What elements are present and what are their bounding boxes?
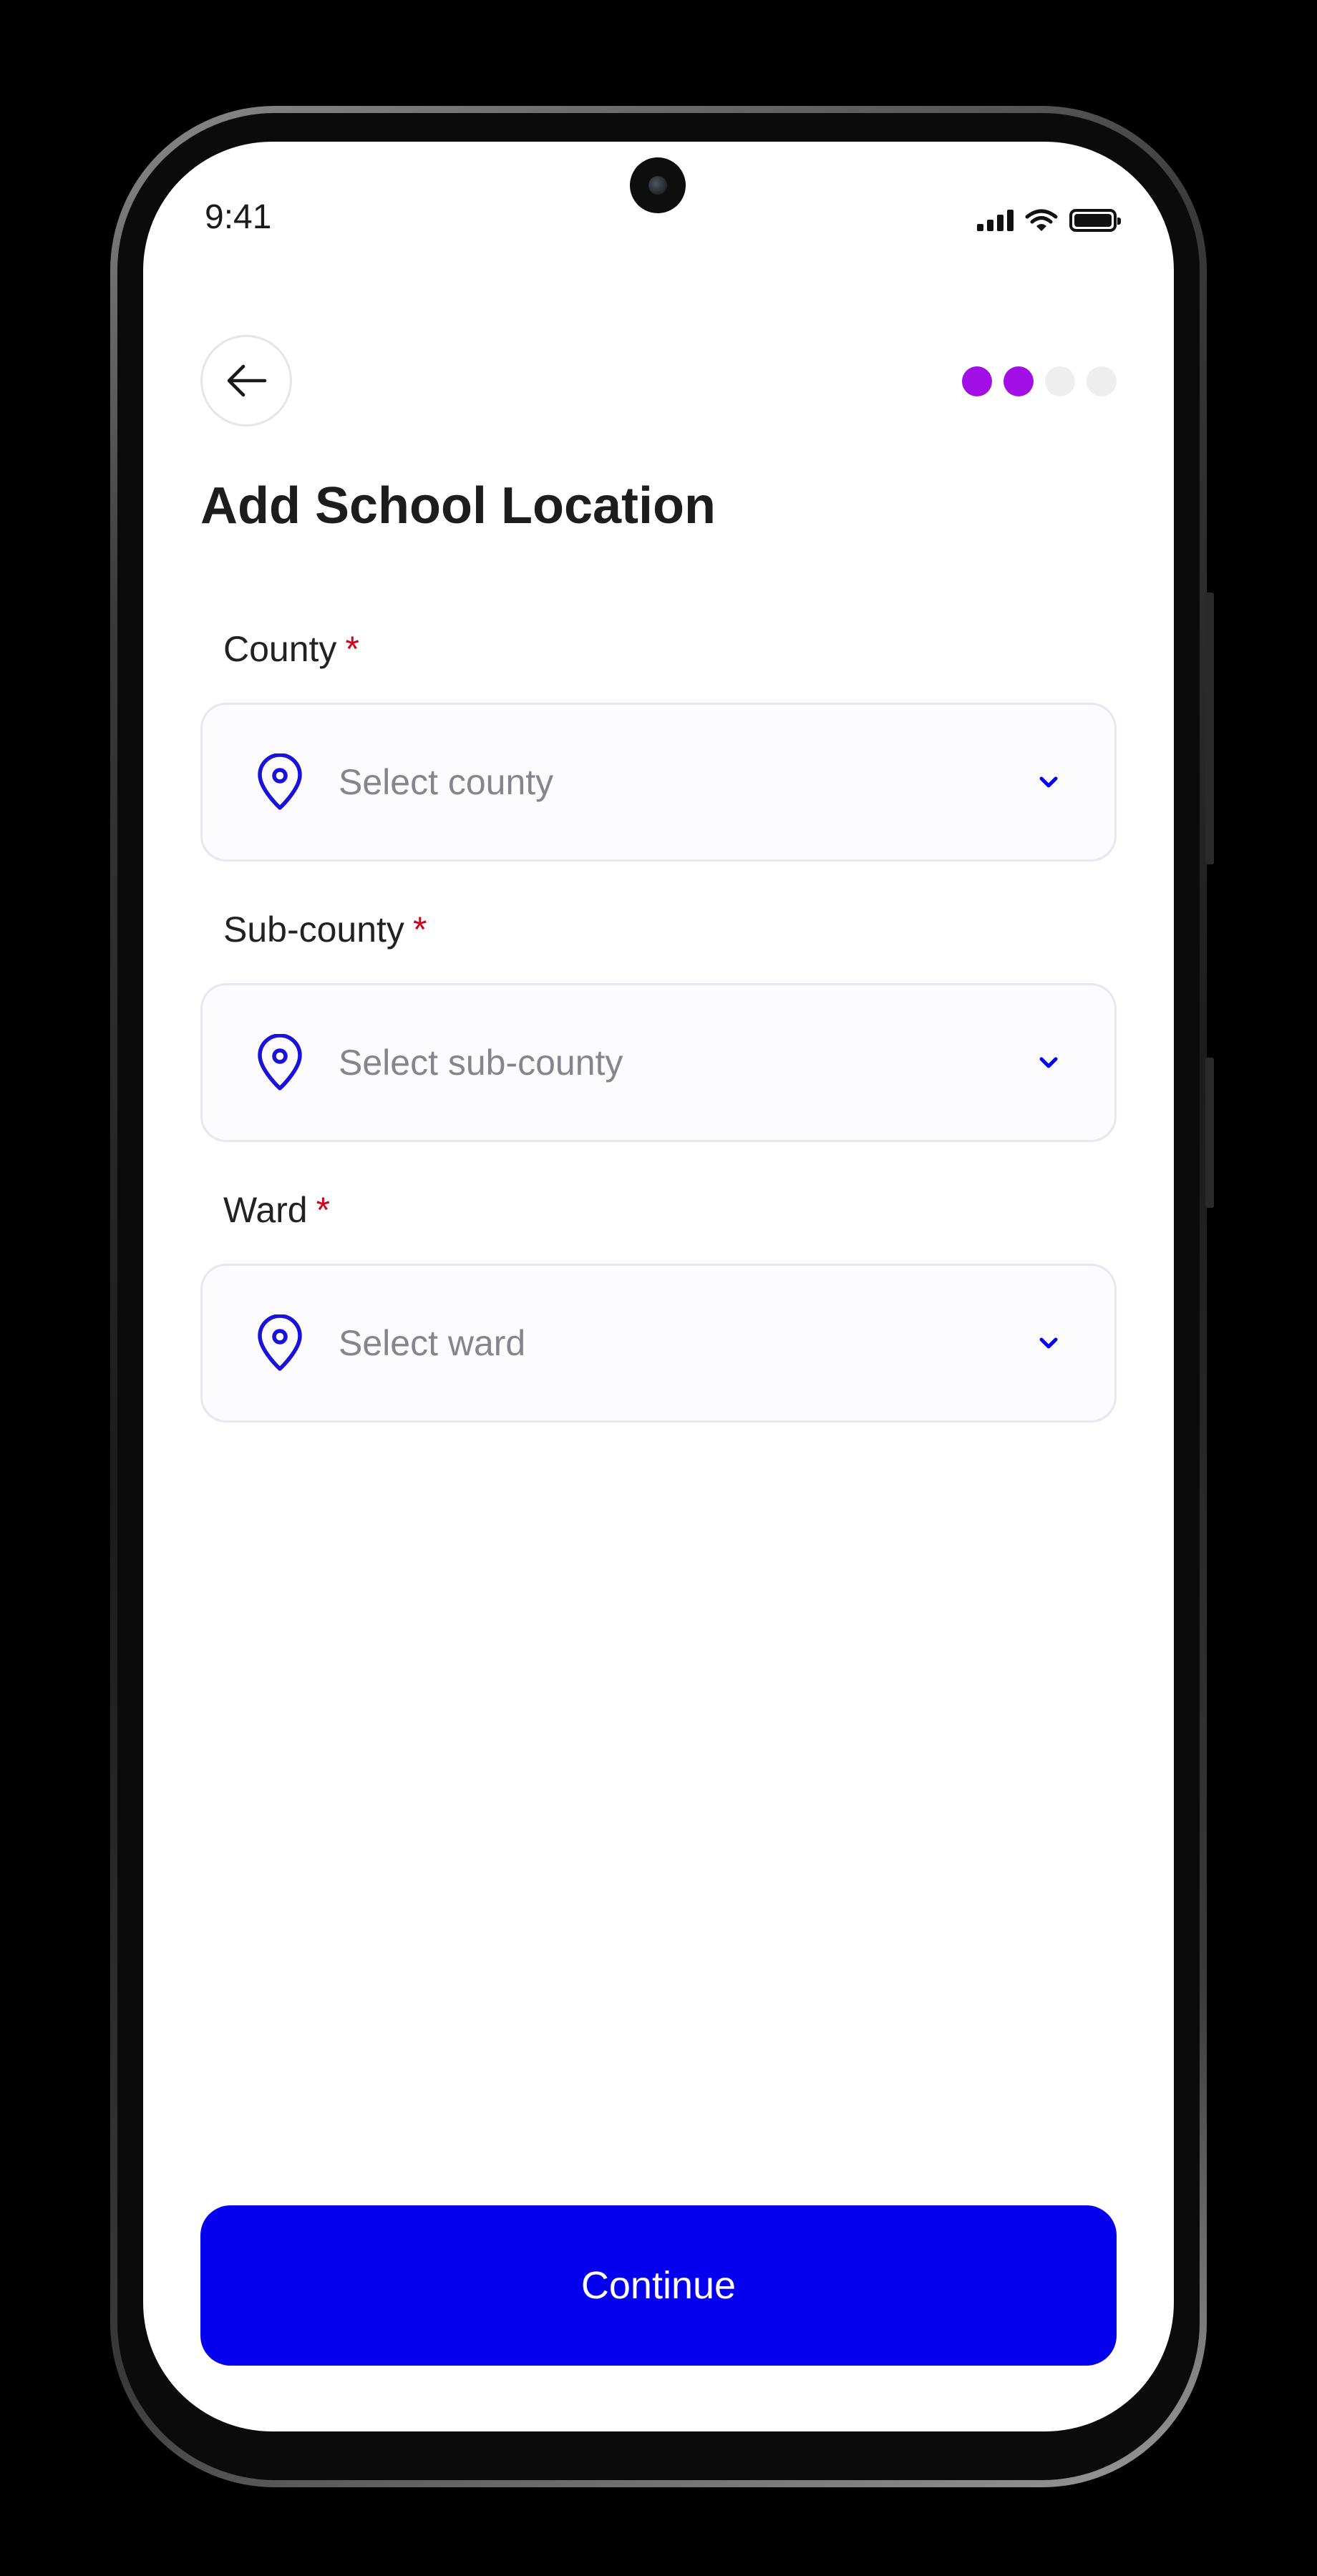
- wifi-icon: [1025, 209, 1058, 231]
- progress-dot-step-4: [1087, 366, 1117, 396]
- ward-label: Ward *: [223, 1189, 330, 1231]
- page-title: Add School Location: [200, 477, 716, 535]
- ward-select[interactable]: Select ward: [200, 1264, 1117, 1423]
- county-label: County *: [223, 628, 359, 670]
- sub-county-placeholder: Select sub-county: [339, 1043, 623, 1083]
- location-pin-icon: [258, 1314, 302, 1371]
- ward-placeholder: Select ward: [339, 1323, 526, 1363]
- sub-county-label-text: Sub-county: [223, 909, 404, 950]
- sub-county-select[interactable]: Select sub-county: [200, 983, 1117, 1142]
- chevron-down-icon: [1039, 1337, 1058, 1349]
- chevron-down-icon: [1039, 1057, 1058, 1068]
- battery-icon: [1069, 209, 1121, 232]
- location-pin-icon: [258, 1034, 302, 1091]
- sub-county-label: Sub-county *: [223, 909, 427, 950]
- power-button: [1205, 1058, 1214, 1208]
- back-button[interactable]: [200, 335, 292, 426]
- chevron-down-icon: [1039, 776, 1058, 788]
- cellular-signal-icon: [977, 210, 1014, 231]
- county-placeholder: Select county: [339, 762, 554, 802]
- arrow-left-icon: [227, 364, 267, 397]
- ward-label-text: Ward: [223, 1190, 308, 1230]
- required-asterisk: *: [345, 629, 359, 669]
- required-asterisk: *: [316, 1190, 331, 1230]
- front-camera: [630, 157, 686, 213]
- step-progress-indicator: [962, 366, 1117, 396]
- continue-button[interactable]: Continue: [200, 2205, 1117, 2366]
- progress-dot-step-3: [1045, 366, 1075, 396]
- county-select[interactable]: Select county: [200, 703, 1117, 862]
- app-screen: 9:41 Add School Location County * Select …: [143, 142, 1174, 2431]
- required-asterisk: *: [412, 909, 427, 950]
- status-time: 9:41: [205, 198, 272, 236]
- location-pin-icon: [258, 753, 302, 810]
- progress-dot-step-1: [962, 366, 992, 396]
- progress-dot-step-2: [1003, 366, 1034, 396]
- volume-button: [1205, 592, 1214, 864]
- county-label-text: County: [223, 629, 337, 669]
- status-icons: [977, 205, 1121, 236]
